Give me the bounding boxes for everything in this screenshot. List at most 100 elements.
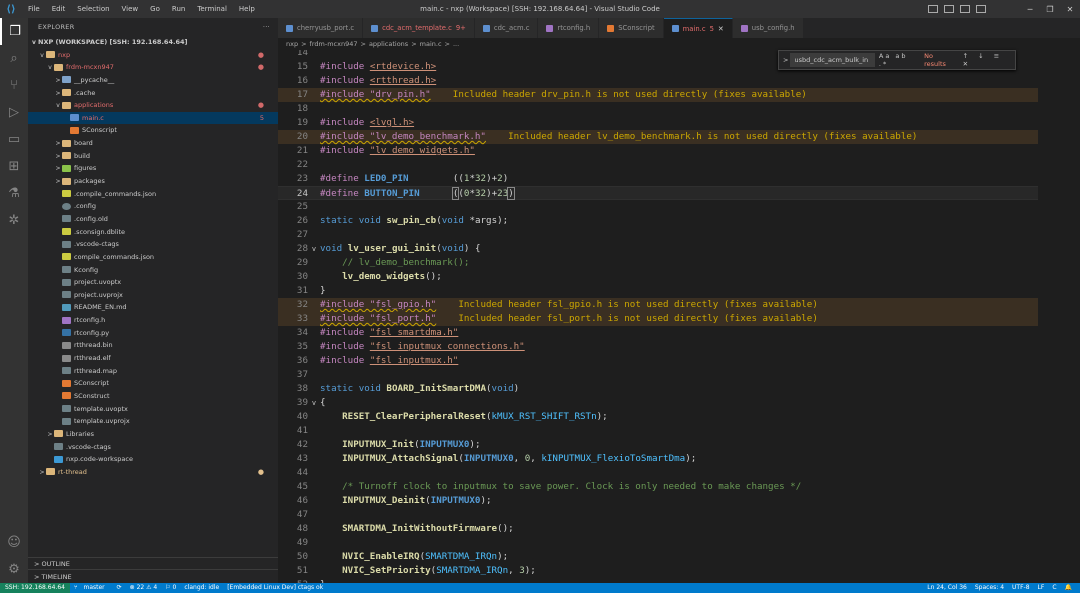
minimize-icon[interactable]: ─ — [1020, 5, 1040, 14]
source-control-icon[interactable]: ⑂ — [0, 72, 28, 99]
tree-item[interactable]: .compile_commands.json — [28, 188, 278, 201]
manage-gear-icon[interactable]: ⚙ — [0, 556, 28, 583]
tree-item[interactable]: SConscript — [28, 377, 278, 390]
env-status[interactable]: [Embedded Linux Dev] ctags ok — [223, 583, 327, 593]
menu-item-go[interactable]: Go — [144, 0, 166, 18]
outline-section[interactable]: > OUTLINE — [28, 557, 278, 569]
tree-item[interactable]: .vscode-ctags — [28, 441, 278, 454]
tree-item[interactable]: v frdm-mcxn947 ● — [28, 61, 278, 74]
tree-item[interactable]: rtthread.bin — [28, 339, 278, 352]
end-of-line[interactable]: LF — [1034, 583, 1049, 593]
testing-icon[interactable]: ⚗ — [0, 180, 28, 207]
editor-tab[interactable]: main.c 5 ✕ — [663, 18, 733, 39]
find-buttons[interactable]: ↑ ↓ ≡ ✕ — [963, 52, 1015, 68]
tree-item[interactable]: SConstruct — [28, 390, 278, 403]
editor-tab[interactable]: cdc_acm.c — [474, 18, 539, 38]
extensions-icon[interactable]: ⊞ — [0, 153, 28, 180]
search-icon[interactable]: ⌕ — [0, 45, 28, 72]
workspace-root[interactable]: v NXP (WORKSPACE) [SSH: 192.168.64.64] — [28, 36, 278, 49]
clangd-status[interactable]: clangd: idle — [180, 583, 223, 593]
tree-item[interactable]: main.c 5 — [28, 111, 278, 125]
plugin-icon[interactable]: ✲ — [0, 207, 28, 234]
tree-item[interactable]: .config — [28, 200, 278, 213]
inline-warning: Included header drv_pin.h is not used di… — [452, 89, 807, 100]
notifications-icon[interactable]: 🔔 — [1061, 583, 1076, 593]
folder-file-icon — [62, 177, 71, 185]
tree-item[interactable]: .sconsign.dblite — [28, 226, 278, 239]
fold-chevron-icon[interactable]: v — [308, 397, 320, 411]
tree-item[interactable]: project.uvprojx — [28, 289, 278, 302]
txt-file-icon — [62, 278, 71, 286]
editor-tab[interactable]: cdc_acm_template.c 9+ — [363, 18, 475, 38]
account-icon[interactable]: ☺ — [0, 529, 28, 556]
editor-tab[interactable]: cherryusb_port.c — [278, 18, 364, 38]
run-debug-icon[interactable]: ▷ — [0, 99, 28, 126]
breadcrumb-item[interactable]: frdm-mcxn947 — [310, 40, 358, 48]
close-window-icon[interactable]: ✕ — [1060, 5, 1080, 14]
tree-item[interactable]: rtthread.elf — [28, 352, 278, 365]
tree-item[interactable]: template.uvoptx — [28, 403, 278, 416]
toggle-panel-icon[interactable] — [944, 5, 954, 13]
tree-item[interactable]: v applications ● — [28, 99, 278, 112]
toggle-replace-icon[interactable]: > — [783, 56, 790, 64]
find-options[interactable]: Aa ab .* — [879, 52, 918, 68]
ports-count[interactable]: ⚐ 0 — [161, 583, 180, 593]
fold-chevron-icon[interactable]: v — [308, 243, 320, 257]
menu-item-view[interactable]: View — [116, 0, 145, 18]
tree-item[interactable]: > __pycache__ — [28, 74, 278, 87]
editor-tab[interactable]: usb_config.h — [732, 18, 804, 38]
git-branch[interactable]: ⑂ master — [70, 583, 113, 593]
breadcrumb-item[interactable]: nxp — [286, 40, 298, 48]
tree-item[interactable]: compile_commands.json — [28, 251, 278, 264]
tree-item[interactable]: Kconfig — [28, 264, 278, 277]
menu-item-edit[interactable]: Edit — [46, 0, 72, 18]
tree-item[interactable]: rtconfig.h — [28, 314, 278, 327]
tree-item[interactable]: README_EN.md — [28, 301, 278, 314]
tree-item[interactable]: > Libraries — [28, 428, 278, 441]
tree-item[interactable]: .config.old — [28, 213, 278, 226]
more-actions-icon[interactable]: ··· — [263, 18, 270, 36]
find-input[interactable]: usbd_cdc_acm_bulk_in — [790, 53, 875, 67]
toggle-sidebar-icon[interactable] — [928, 5, 938, 13]
tree-item[interactable]: SConscript — [28, 124, 278, 137]
tree-item[interactable]: v nxp ● — [28, 49, 278, 62]
breadcrumb-item[interactable]: applications — [369, 40, 408, 48]
cursor-position[interactable]: Ln 24, Col 36 — [923, 583, 971, 593]
tree-item[interactable]: .vscode-ctags — [28, 238, 278, 251]
tree-item[interactable]: > .cache — [28, 87, 278, 100]
encoding[interactable]: UTF-8 — [1008, 583, 1034, 593]
problems-count[interactable]: ⊗ 22 ⚠ 4 — [126, 583, 162, 593]
maximize-icon[interactable]: ❐ — [1040, 5, 1060, 14]
customize-layout-icon[interactable] — [976, 5, 986, 13]
remote-indicator[interactable]: SSH: 192.168.64.64 — [0, 583, 70, 593]
explorer-icon[interactable]: ❐ — [0, 18, 28, 45]
tree-item[interactable]: project.uvoptx — [28, 276, 278, 289]
code-editor[interactable]: 14 15 #include <rtdevice.h> 16 #include <r… — [278, 50, 1080, 583]
tree-item[interactable]: > rt-thread ● — [28, 466, 278, 479]
tree-item[interactable]: > packages — [28, 175, 278, 188]
language-mode[interactable]: C — [1048, 583, 1060, 593]
timeline-section[interactable]: > TIMELINE — [28, 569, 278, 583]
menu-item-help[interactable]: Help — [233, 0, 261, 18]
editor-tab[interactable]: SConscript — [599, 18, 664, 38]
menu-item-terminal[interactable]: Terminal — [191, 0, 233, 18]
tree-item[interactable]: template.uvprojx — [28, 415, 278, 428]
tree-item[interactable]: rtconfig.py — [28, 327, 278, 340]
tree-item[interactable]: > board — [28, 137, 278, 150]
tree-item[interactable]: rtthread.map — [28, 365, 278, 378]
sync-icon[interactable]: ⟳ — [113, 583, 126, 593]
tree-item[interactable]: > build — [28, 150, 278, 163]
menu-item-selection[interactable]: Selection — [71, 0, 115, 18]
menu-item-file[interactable]: File — [22, 0, 46, 18]
breadcrumb-item[interactable]: ... — [453, 40, 459, 48]
remote-explorer-icon[interactable]: ▭ — [0, 126, 28, 153]
menu-item-run[interactable]: Run — [166, 0, 191, 18]
breadcrumb-item[interactable]: main.c — [420, 40, 442, 48]
indentation[interactable]: Spaces: 4 — [971, 583, 1008, 593]
close-tab-icon[interactable]: ✕ — [718, 19, 724, 39]
tree-item[interactable]: > figures — [28, 162, 278, 175]
editor-tab[interactable]: rtconfig.h — [538, 18, 600, 38]
explorer-header: EXPLORER ··· — [28, 18, 278, 36]
tree-item[interactable]: nxp.code-workspace — [28, 453, 278, 466]
toggle-secondary-sidebar-icon[interactable] — [960, 5, 970, 13]
